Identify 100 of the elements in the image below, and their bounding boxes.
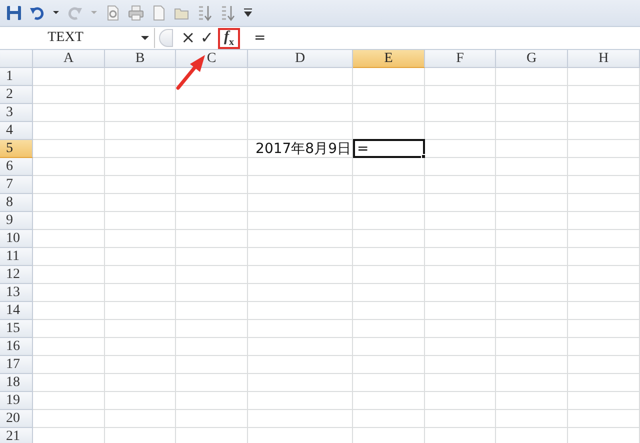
table-cell[interactable] [105, 302, 176, 320]
fill-handle[interactable] [421, 154, 426, 159]
table-cell[interactable] [33, 266, 105, 284]
table-cell[interactable] [105, 86, 176, 104]
table-cell[interactable] [496, 68, 568, 86]
table-cell[interactable] [248, 230, 353, 248]
caret-icon[interactable] [141, 34, 149, 42]
column-header[interactable]: D [248, 50, 353, 68]
table-cell[interactable] [248, 374, 353, 392]
enter-button[interactable]: ✓ [200, 30, 214, 46]
table-cell[interactable] [176, 194, 248, 212]
splitter-handle[interactable] [159, 29, 173, 47]
row-header[interactable]: 20 [0, 410, 33, 428]
row-header[interactable]: 21 [0, 428, 33, 443]
table-cell[interactable] [176, 212, 248, 230]
table-cell[interactable] [248, 86, 353, 104]
table-cell[interactable] [568, 122, 640, 140]
table-cell[interactable] [425, 374, 496, 392]
table-cell[interactable] [33, 392, 105, 410]
table-cell[interactable] [176, 158, 248, 176]
table-cell[interactable] [425, 68, 496, 86]
table-cell[interactable] [496, 356, 568, 374]
row-header[interactable]: 16 [0, 338, 33, 356]
table-cell[interactable] [105, 374, 176, 392]
table-cell[interactable] [568, 410, 640, 428]
table-cell[interactable] [496, 212, 568, 230]
table-cell[interactable] [33, 212, 105, 230]
row-header[interactable]: 9 [0, 212, 33, 230]
row-header[interactable]: 12 [0, 266, 33, 284]
table-cell[interactable] [353, 176, 425, 194]
new-document-icon[interactable] [151, 5, 167, 21]
table-cell[interactable] [176, 266, 248, 284]
table-cell[interactable] [568, 374, 640, 392]
table-cell[interactable] [353, 356, 425, 374]
table-cell[interactable] [353, 266, 425, 284]
column-header[interactable]: G [496, 50, 568, 68]
table-cell[interactable] [353, 158, 425, 176]
row-header[interactable]: 15 [0, 320, 33, 338]
table-cell[interactable] [176, 176, 248, 194]
row-header[interactable]: 11 [0, 248, 33, 266]
table-cell[interactable] [425, 356, 496, 374]
table-cell[interactable] [105, 68, 176, 86]
table-cell[interactable] [33, 158, 105, 176]
table-cell[interactable] [248, 338, 353, 356]
table-cell[interactable] [353, 338, 425, 356]
table-cell[interactable] [248, 320, 353, 338]
table-cell[interactable] [248, 68, 353, 86]
table-cell[interactable] [33, 140, 105, 158]
table-cell[interactable] [176, 248, 248, 266]
table-cell[interactable] [568, 338, 640, 356]
table-cell[interactable] [496, 194, 568, 212]
table-cell[interactable] [496, 302, 568, 320]
table-cell[interactable] [425, 212, 496, 230]
table-cell[interactable] [248, 356, 353, 374]
redo-icon[interactable] [67, 5, 83, 21]
table-cell[interactable] [248, 176, 353, 194]
table-cell[interactable] [105, 248, 176, 266]
table-cell[interactable] [105, 158, 176, 176]
row-header[interactable]: 14 [0, 302, 33, 320]
table-cell[interactable] [425, 338, 496, 356]
table-cell[interactable] [105, 212, 176, 230]
table-cell[interactable] [425, 284, 496, 302]
table-cell[interactable] [353, 302, 425, 320]
table-cell[interactable] [176, 104, 248, 122]
table-cell[interactable] [248, 392, 353, 410]
table-cell[interactable] [496, 104, 568, 122]
table-cell[interactable] [425, 230, 496, 248]
row-header[interactable]: 4 [0, 122, 33, 140]
table-cell[interactable] [353, 248, 425, 266]
table-cell[interactable] [105, 122, 176, 140]
table-cell[interactable] [353, 230, 425, 248]
table-cell[interactable] [496, 410, 568, 428]
table-cell[interactable] [425, 176, 496, 194]
row-header[interactable]: 5 [0, 140, 33, 158]
table-cell[interactable] [176, 230, 248, 248]
table-cell[interactable] [353, 68, 425, 86]
table-cell[interactable] [425, 302, 496, 320]
table-cell[interactable] [425, 140, 496, 158]
table-cell[interactable] [425, 194, 496, 212]
table-cell[interactable] [568, 248, 640, 266]
table-cell[interactable] [568, 68, 640, 86]
table-cell[interactable] [568, 176, 640, 194]
table-cell[interactable] [496, 248, 568, 266]
table-cell[interactable] [568, 104, 640, 122]
table-cell[interactable] [105, 284, 176, 302]
table-cell[interactable] [105, 266, 176, 284]
table-cell[interactable] [353, 320, 425, 338]
table-cell[interactable] [568, 86, 640, 104]
table-cell[interactable] [248, 302, 353, 320]
row-header[interactable]: 17 [0, 356, 33, 374]
column-header[interactable]: C [176, 50, 248, 68]
table-cell[interactable] [248, 122, 353, 140]
table-cell[interactable] [425, 104, 496, 122]
table-cell[interactable] [568, 284, 640, 302]
active-cell[interactable]: = [353, 139, 425, 158]
table-cell[interactable] [425, 320, 496, 338]
table-cell[interactable] [568, 302, 640, 320]
name-box[interactable]: TEXT [0, 28, 155, 48]
table-cell[interactable] [568, 212, 640, 230]
table-cell[interactable] [568, 356, 640, 374]
